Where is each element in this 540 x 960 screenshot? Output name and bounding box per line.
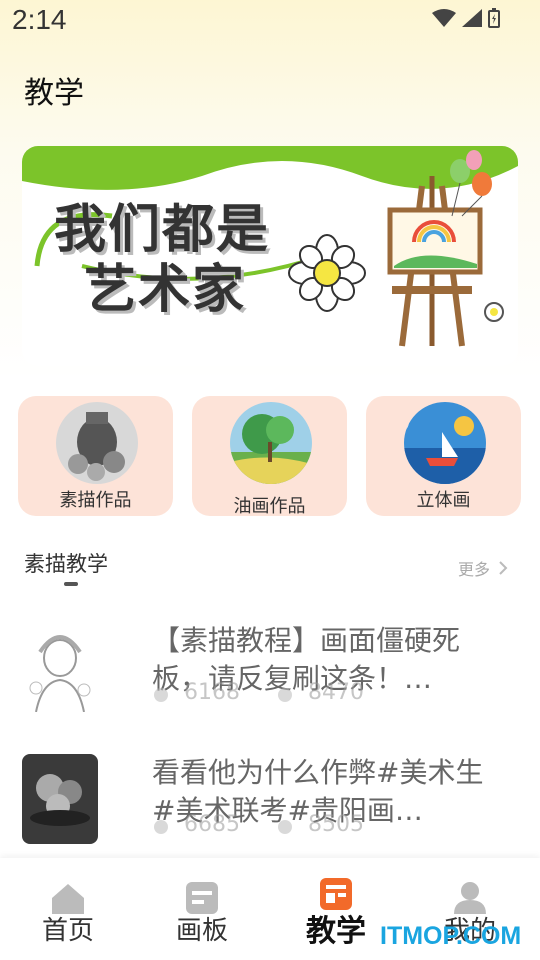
status-icons bbox=[432, 8, 500, 28]
view-icon bbox=[278, 688, 292, 702]
easel-icon bbox=[387, 176, 483, 347]
item-likes: 6685 bbox=[184, 812, 240, 837]
tab-label: 画板 bbox=[175, 916, 228, 946]
view-icon bbox=[278, 820, 292, 834]
category-label: 油画作品 bbox=[233, 496, 306, 517]
section-indicator bbox=[64, 582, 78, 586]
signal-icon bbox=[462, 9, 482, 27]
sketch-thumbnail bbox=[56, 402, 138, 484]
tab-label: 首页 bbox=[41, 916, 94, 946]
banner-headline: 我们都是 艺术家 bbox=[54, 200, 270, 320]
category-oil[interactable]: 油画作品 bbox=[192, 396, 347, 517]
like-icon bbox=[154, 688, 168, 702]
status-time: 2:14 bbox=[12, 4, 67, 35]
category-3d[interactable]: 立体画 bbox=[366, 396, 521, 516]
item-thumbnail bbox=[22, 622, 98, 712]
wifi-icon bbox=[432, 9, 456, 27]
like-icon bbox=[154, 820, 168, 834]
flower-icon bbox=[288, 234, 366, 312]
oil-thumbnail bbox=[230, 402, 312, 484]
section-title: 素描教学 bbox=[24, 552, 108, 576]
item-views: 8505 bbox=[308, 812, 364, 837]
page-title: 教学 bbox=[24, 76, 84, 111]
item-meta: 6685 8505 bbox=[152, 812, 497, 842]
3d-thumbnail bbox=[404, 402, 486, 484]
status-bar: 2:14 bbox=[0, 0, 540, 44]
banner-line2: 艺术家 bbox=[84, 260, 247, 320]
battery-icon bbox=[488, 8, 500, 28]
tab-label: 教学 bbox=[306, 914, 366, 949]
banner[interactable]: 我们都是 艺术家 bbox=[22, 146, 518, 366]
category-label: 素描作品 bbox=[59, 490, 132, 511]
tab-home[interactable]: 首页 bbox=[18, 858, 118, 960]
tab-teach[interactable]: 教学 bbox=[286, 858, 386, 960]
category-sketch[interactable]: 素描作品 bbox=[18, 396, 173, 516]
banner-line1: 我们都是 bbox=[54, 200, 271, 260]
item-likes: 6168 bbox=[184, 680, 240, 705]
list-item[interactable]: 【素描教程】画面僵硬死板，请反复刷这条！… 6168 8470 bbox=[0, 622, 540, 742]
list-item[interactable]: 看看他为什么作弊#美术生#美术联考#贵阳画… 6685 8505 bbox=[0, 754, 540, 874]
tab-board[interactable]: 画板 bbox=[152, 858, 252, 960]
more-link[interactable]: 更多 bbox=[458, 556, 508, 580]
item-meta: 6168 8470 bbox=[152, 680, 497, 710]
item-thumbnail bbox=[22, 754, 98, 844]
item-views: 8470 bbox=[308, 680, 364, 705]
category-row: 素描作品 油画作品 立体画 bbox=[18, 396, 522, 517]
more-label: 更多 bbox=[458, 560, 491, 579]
watermark: ITMOP.COM bbox=[380, 922, 522, 950]
category-label: 立体画 bbox=[416, 490, 471, 511]
chevron-right-icon bbox=[499, 561, 508, 575]
